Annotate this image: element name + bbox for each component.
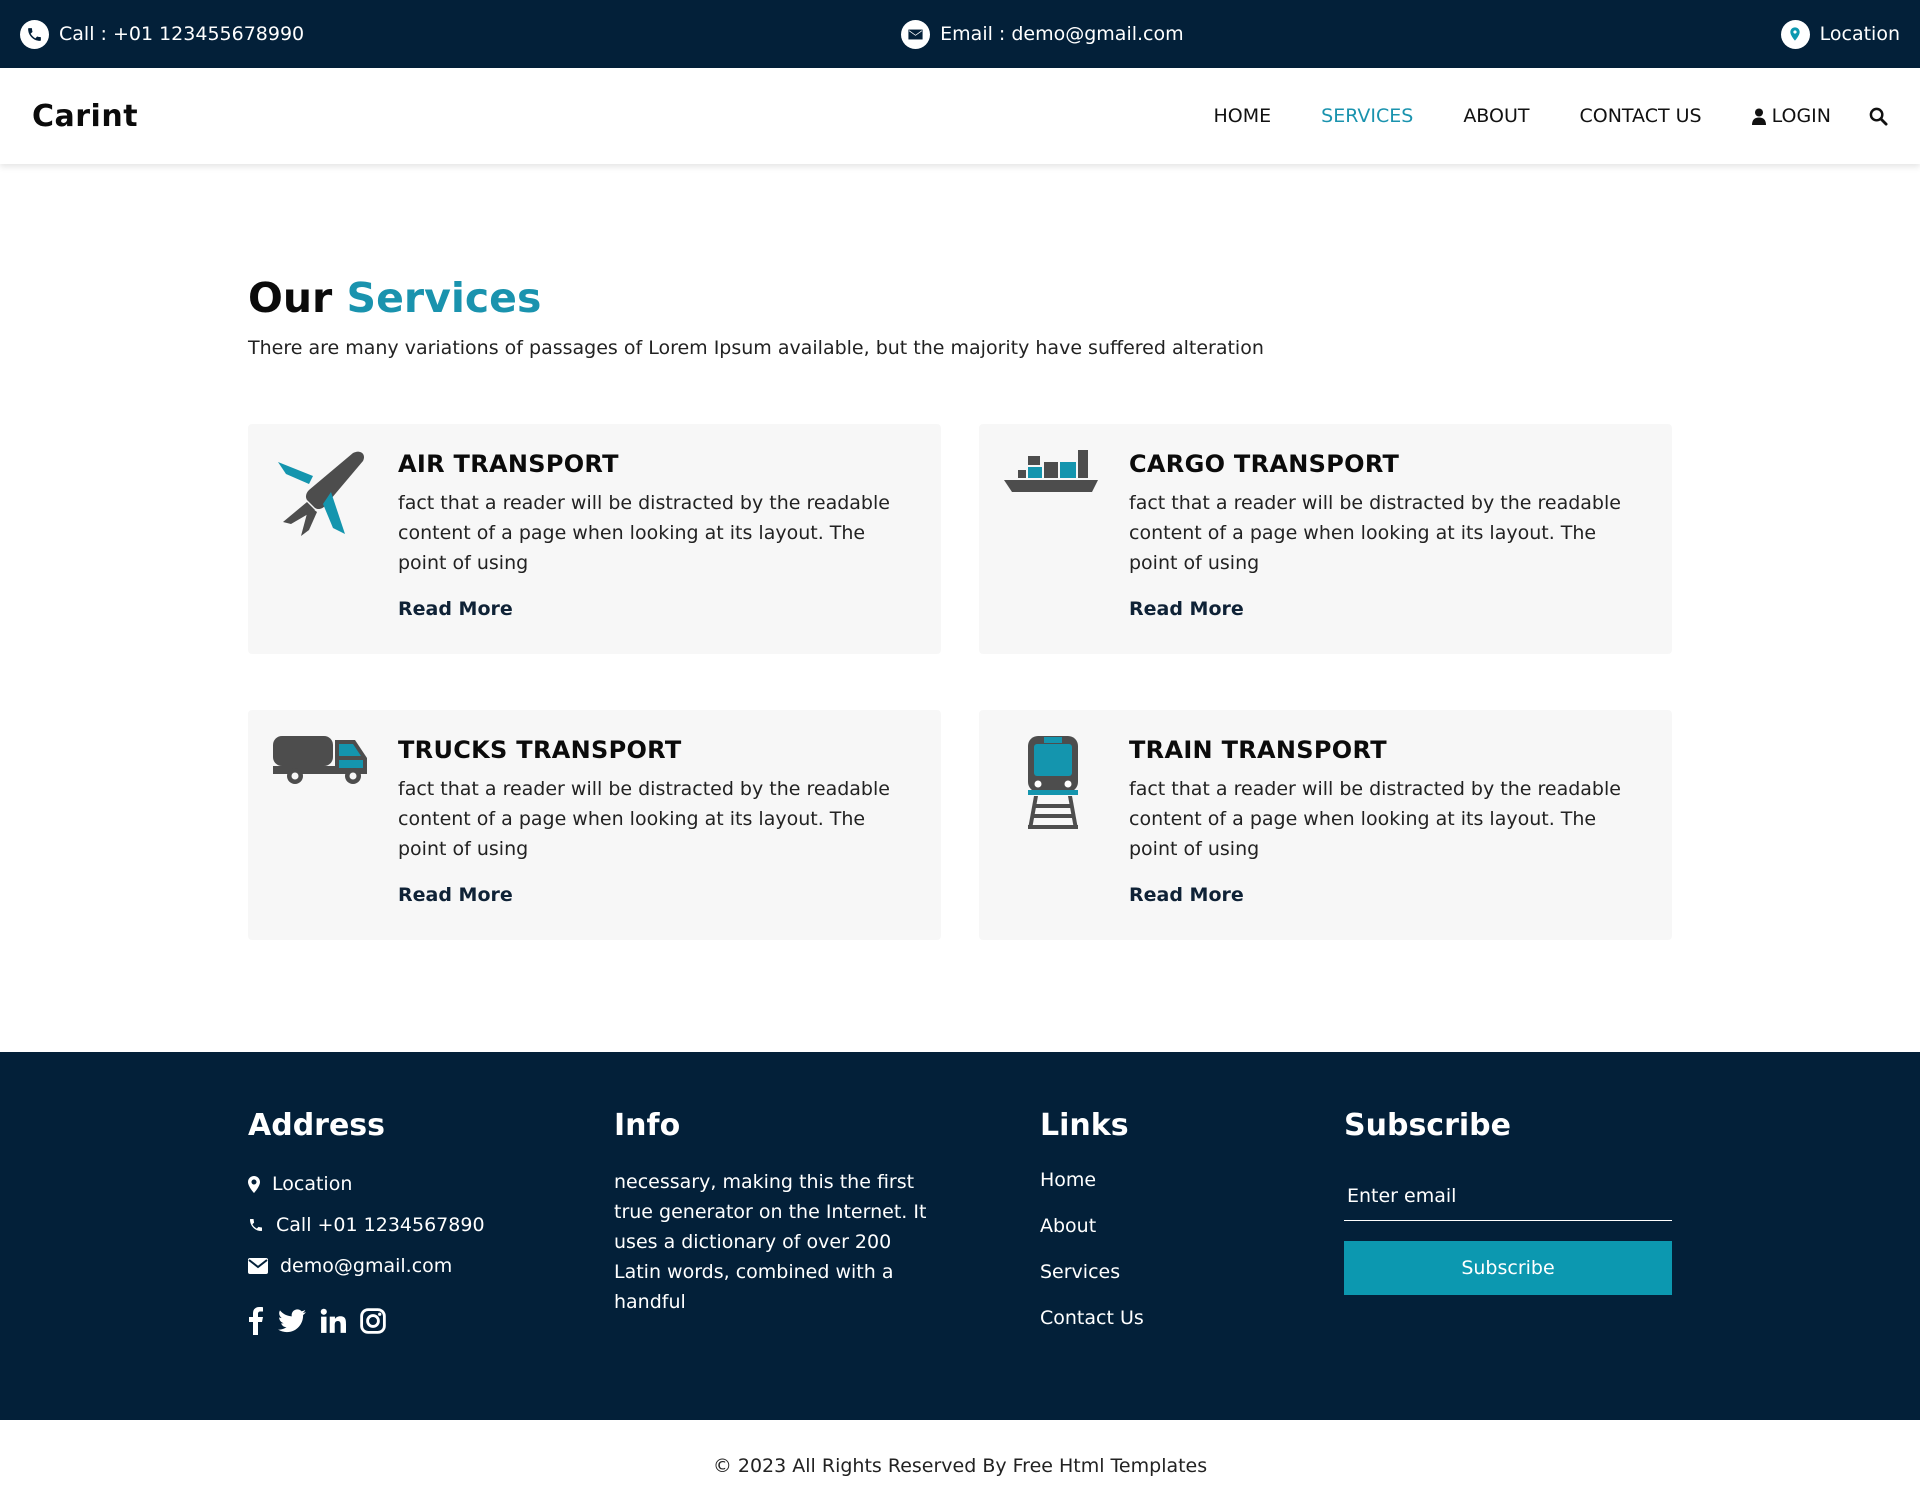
train-icon	[1004, 734, 1100, 830]
footer-info-title: Info	[614, 1108, 681, 1143]
service-card-body: TRAIN TRANSPORT fact that a reader will …	[1129, 736, 1649, 906]
service-title: CARGO TRANSPORT	[1129, 450, 1400, 478]
footer-location[interactable]: Location	[248, 1173, 485, 1195]
linkedin-icon[interactable]	[320, 1308, 346, 1334]
airplane-icon	[273, 448, 369, 544]
nav-menu: HOME SERVICES ABOUT CONTACT US LOGIN	[1164, 105, 1889, 127]
instagram-icon[interactable]	[360, 1308, 386, 1334]
service-title: AIR TRANSPORT	[398, 450, 619, 478]
topbar-call[interactable]: Call : +01 123455678990	[20, 19, 305, 49]
subscribe-button[interactable]: Subscribe	[1344, 1241, 1672, 1295]
phone-icon	[250, 1219, 262, 1231]
read-more-link[interactable]: Read More	[1129, 598, 1244, 620]
footer-links: Links Home About Services Contact Us	[1040, 1108, 1144, 1353]
envelope-icon	[901, 19, 931, 49]
envelope-icon	[248, 1258, 268, 1274]
user-icon	[1751, 108, 1766, 125]
main-navbar: Carint HOME SERVICES ABOUT CONTACT US LO…	[0, 68, 1920, 164]
nav-about[interactable]: ABOUT	[1463, 105, 1529, 127]
footer-subscribe: Subscribe Subscribe	[1344, 1108, 1920, 1295]
copyright-text: © 2023 All Rights Reserved By Free Html …	[712, 1455, 1208, 1477]
nav-services[interactable]: SERVICES	[1321, 105, 1413, 127]
footer-link-contact-us[interactable]: Contact Us	[1040, 1307, 1144, 1329]
footer-link-services[interactable]: Services	[1040, 1261, 1144, 1283]
service-description: fact that a reader will be distracted by…	[1129, 492, 1621, 574]
service-title: TRUCKS TRANSPORT	[398, 736, 682, 764]
service-description: fact that a reader will be distracted by…	[398, 778, 890, 860]
phone-icon	[20, 19, 49, 49]
footer-address: Address Location Call +01 1234567890 dem…	[248, 1108, 485, 1335]
service-card-train: TRAIN TRANSPORT fact that a reader will …	[979, 710, 1672, 940]
read-more-link[interactable]: Read More	[398, 598, 513, 620]
topbar-call-text: Call : +01 123455678990	[59, 23, 305, 45]
footer-links-title: Links	[1040, 1108, 1129, 1143]
cargo-ship-icon	[1004, 448, 1100, 544]
read-more-link[interactable]: Read More	[1129, 884, 1244, 906]
service-description: fact that a reader will be distracted by…	[1129, 778, 1621, 860]
footer-address-title: Address	[248, 1108, 386, 1143]
nav-contact-us[interactable]: CONTACT US	[1579, 105, 1701, 127]
footer-link-home[interactable]: Home	[1040, 1169, 1144, 1191]
top-info-bar: Call : +01 123455678990 Email : demo@gma…	[0, 0, 1920, 68]
nav-home[interactable]: HOME	[1214, 105, 1272, 127]
service-card-trucks: TRUCKS TRANSPORT fact that a reader will…	[248, 710, 941, 940]
heading-services: Services	[346, 274, 542, 322]
heading-our: Our	[248, 274, 333, 322]
twitter-icon[interactable]	[278, 1309, 306, 1333]
brand-logo[interactable]: Carint	[32, 99, 138, 134]
service-card-body: TRUCKS TRANSPORT fact that a reader will…	[398, 736, 918, 906]
service-card-air: AIR TRANSPORT fact that a reader will be…	[248, 424, 941, 654]
footer-location-text: Location	[272, 1173, 353, 1195]
truck-icon	[273, 734, 369, 830]
topbar-email[interactable]: Email : demo@gmail.com	[901, 19, 1184, 49]
topbar-location[interactable]: Location	[1780, 19, 1900, 49]
services-heading: Our Services	[248, 274, 1672, 323]
service-card-body: AIR TRANSPORT fact that a reader will be…	[398, 450, 918, 620]
footer-info: Info necessary, making this the first tr…	[614, 1108, 944, 1317]
services-subtitle: There are many variations of passages of…	[248, 337, 1264, 360]
footer-phone[interactable]: Call +01 1234567890	[248, 1214, 485, 1236]
footer-subscribe-title: Subscribe	[1344, 1108, 1511, 1143]
topbar-email-text: Email : demo@gmail.com	[940, 23, 1184, 45]
nav-login-label: LOGIN	[1771, 105, 1831, 127]
service-card-body: CARGO TRANSPORT fact that a reader will …	[1129, 450, 1649, 620]
service-card-cargo: CARGO TRANSPORT fact that a reader will …	[979, 424, 1672, 654]
social-links	[248, 1307, 485, 1335]
footer-email-text: demo@gmail.com	[280, 1255, 453, 1277]
footer-email[interactable]: demo@gmail.com	[248, 1255, 485, 1277]
site-footer: Address Location Call +01 1234567890 dem…	[0, 1052, 1920, 1420]
facebook-icon[interactable]	[248, 1307, 264, 1335]
nav-login[interactable]: LOGIN	[1751, 105, 1831, 127]
footer-info-text: necessary, making this the first true ge…	[614, 1171, 927, 1313]
map-pin-icon	[1780, 19, 1810, 49]
read-more-link[interactable]: Read More	[398, 884, 513, 906]
footer-link-about[interactable]: About	[1040, 1215, 1144, 1237]
map-marker-icon	[248, 1175, 260, 1193]
topbar-location-text: Location	[1819, 23, 1900, 45]
footer-phone-text: Call +01 1234567890	[276, 1214, 485, 1236]
services-section: Our Services There are many variations o…	[248, 274, 1672, 940]
service-description: fact that a reader will be distracted by…	[398, 492, 890, 574]
search-icon[interactable]	[1869, 107, 1888, 126]
subscribe-email-input[interactable]	[1344, 1171, 1672, 1221]
service-title: TRAIN TRANSPORT	[1129, 736, 1387, 764]
